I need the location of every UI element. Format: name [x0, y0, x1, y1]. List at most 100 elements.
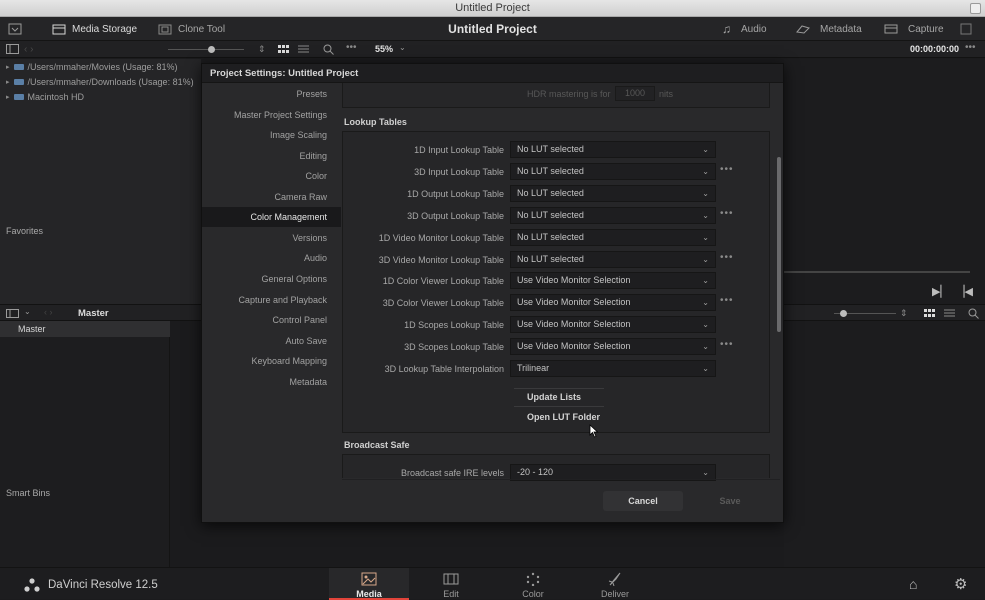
- lut-select[interactable]: Use Video Monitor Selection ⌄: [510, 272, 716, 290]
- bin-item-master[interactable]: Master: [0, 321, 170, 337]
- timecode: 00:00:00:00: [910, 44, 960, 54]
- mouse-cursor-icon: [589, 424, 599, 438]
- update-lists-button[interactable]: Update Lists: [527, 392, 581, 402]
- disclosure-arrow-icon[interactable]: ▸: [6, 63, 10, 71]
- bin-dropdown-icon[interactable]: ⌄: [24, 307, 31, 316]
- update-lists-divider: [514, 388, 604, 389]
- lut-row-label: 1D Output Lookup Table: [407, 188, 504, 199]
- lut-select-value: No LUT selected: [517, 144, 584, 154]
- grid-view-icon[interactable]: [278, 45, 289, 54]
- lut-options-icon[interactable]: •••: [720, 208, 734, 219]
- media-tree-item[interactable]: ▸ Macintosh HD: [6, 92, 84, 102]
- settings-nav: Presets Master Project Settings Image Scal…: [202, 84, 341, 484]
- page-tab-edit[interactable]: Edit: [411, 568, 491, 600]
- lut-options-icon[interactable]: •••: [720, 339, 734, 350]
- settings-nav-item[interactable]: Control Panel: [202, 310, 341, 330]
- chevron-down-icon: ⌄: [702, 298, 709, 308]
- media-storage-button[interactable]: Media Storage: [52, 17, 137, 41]
- settings-nav-item[interactable]: Editing: [202, 146, 341, 166]
- secondary-toolbar: ‹ › ⇕ ••• 55% ⌄ 00:00:00:00 •••: [0, 41, 985, 58]
- zoom-level[interactable]: 55%: [375, 44, 393, 54]
- settings-nav-item[interactable]: Color Management: [202, 207, 341, 228]
- top-toolbar: Media Storage Clone Tool Untitled Projec…: [0, 17, 985, 41]
- settings-nav-item[interactable]: Keyboard Mapping: [202, 351, 341, 371]
- settings-nav-item[interactable]: Color: [202, 166, 341, 186]
- bin-nav-arrows[interactable]: ‹ ›: [44, 307, 53, 317]
- settings-gear-icon[interactable]: ⚙: [954, 575, 967, 593]
- chevron-down-icon: ⌄: [702, 210, 709, 220]
- settings-nav-item[interactable]: Auto Save: [202, 331, 341, 351]
- bin-toggle-icon[interactable]: [6, 309, 19, 318]
- lut-select[interactable]: Use Video Monitor Selection ⌄: [510, 316, 716, 334]
- media-pool-list-icon[interactable]: [944, 309, 955, 318]
- disclosure-arrow-icon[interactable]: ▸: [6, 93, 10, 101]
- settings-nav-item[interactable]: Versions: [202, 228, 341, 248]
- lut-select[interactable]: No LUT selected ⌄: [510, 228, 716, 246]
- previous-clip-icon[interactable]: ▕◀: [956, 285, 973, 298]
- lut-select[interactable]: No LUT selected ⌄: [510, 162, 716, 180]
- page-tab-color[interactable]: Color: [493, 568, 573, 600]
- hdr-nits-input[interactable]: 1000: [615, 86, 655, 101]
- audio-button[interactable]: ♫ Audio: [722, 17, 767, 41]
- open-lut-folder-button[interactable]: Open LUT Folder: [527, 412, 600, 422]
- search-icon[interactable]: [323, 44, 334, 55]
- window-title: Untitled Project: [455, 2, 530, 14]
- panel-toggle-button[interactable]: [8, 17, 22, 41]
- dialog-footer-divider: [342, 479, 780, 480]
- slider-knob[interactable]: [208, 46, 215, 53]
- metadata-button[interactable]: Metadata: [796, 17, 862, 41]
- settings-nav-item[interactable]: Presets: [202, 84, 341, 104]
- lut-options-icon[interactable]: •••: [720, 295, 734, 306]
- page-tab-label: Color: [522, 589, 544, 599]
- settings-nav-item[interactable]: General Options: [202, 269, 341, 289]
- media-pool-sort-icon[interactable]: ⇕: [900, 308, 908, 319]
- media-pool-toolbar: ⇕: [784, 304, 985, 321]
- lut-select[interactable]: Trilinear ⌄: [510, 360, 716, 377]
- settings-scrollbar[interactable]: [777, 157, 781, 332]
- settings-nav-item[interactable]: Audio: [202, 248, 341, 268]
- lut-select[interactable]: No LUT selected ⌄: [510, 141, 716, 158]
- settings-nav-item[interactable]: Image Scaling: [202, 125, 341, 145]
- nav-arrows[interactable]: ‹ ›: [24, 41, 58, 58]
- next-frame-icon[interactable]: ▶▏: [932, 285, 949, 298]
- settings-nav-item[interactable]: Master Project Settings: [202, 105, 341, 125]
- viewer-options-icon[interactable]: •••: [965, 42, 976, 53]
- zoom-dropdown-icon[interactable]: ⌄: [399, 43, 406, 52]
- list-view-icon[interactable]: [298, 45, 309, 54]
- sidebar-toggle-icon[interactable]: [6, 44, 19, 54]
- thumbnail-size-slider[interactable]: [168, 49, 244, 50]
- lut-row-label: 1D Video Monitor Lookup Table: [378, 232, 504, 243]
- chevron-down-icon: ⌄: [702, 145, 709, 154]
- media-tree-item[interactable]: ▸ /Users/mmaher/Movies (Usage: 81%): [6, 62, 178, 72]
- lut-options-icon[interactable]: •••: [720, 252, 734, 263]
- save-button[interactable]: Save: [690, 491, 770, 511]
- lut-select[interactable]: No LUT selected ⌄: [510, 184, 716, 202]
- bin-list: [0, 337, 170, 567]
- page-tab-media[interactable]: Media: [329, 568, 409, 600]
- page-tab-deliver[interactable]: Deliver: [575, 568, 655, 600]
- viewer-scrubber[interactable]: [784, 271, 970, 273]
- capture-button[interactable]: Capture: [884, 17, 944, 41]
- lut-select[interactable]: Use Video Monitor Selection ⌄: [510, 338, 716, 356]
- sort-icon[interactable]: ⇕: [258, 44, 266, 55]
- clone-tool-button[interactable]: Clone Tool: [158, 17, 225, 41]
- disclosure-arrow-icon[interactable]: ▸: [6, 78, 10, 86]
- lut-row-label: 1D Input Lookup Table: [414, 145, 504, 155]
- settings-nav-item[interactable]: Metadata: [202, 372, 341, 392]
- more-options-icon[interactable]: •••: [346, 42, 357, 53]
- lut-select[interactable]: No LUT selected ⌄: [510, 206, 716, 224]
- settings-nav-item[interactable]: Camera Raw: [202, 187, 341, 207]
- lut-options-icon[interactable]: •••: [720, 164, 734, 175]
- lut-select[interactable]: No LUT selected ⌄: [510, 250, 716, 268]
- deliver-page-icon: [605, 572, 625, 588]
- home-icon[interactable]: ⌂: [909, 576, 917, 592]
- cancel-button[interactable]: Cancel: [603, 491, 683, 511]
- settings-nav-item[interactable]: Capture and Playback: [202, 290, 341, 310]
- media-pool-search-icon[interactable]: [968, 308, 979, 319]
- fullscreen-button[interactable]: [960, 17, 972, 41]
- media-tree-item[interactable]: ▸ /Users/mmaher/Downloads (Usage: 81%): [6, 77, 194, 87]
- media-pool-grid-icon[interactable]: [924, 309, 935, 318]
- window-controls[interactable]: [970, 3, 981, 14]
- media-pool-slider-knob[interactable]: [840, 310, 847, 317]
- lut-select[interactable]: Use Video Monitor Selection ⌄: [510, 294, 716, 312]
